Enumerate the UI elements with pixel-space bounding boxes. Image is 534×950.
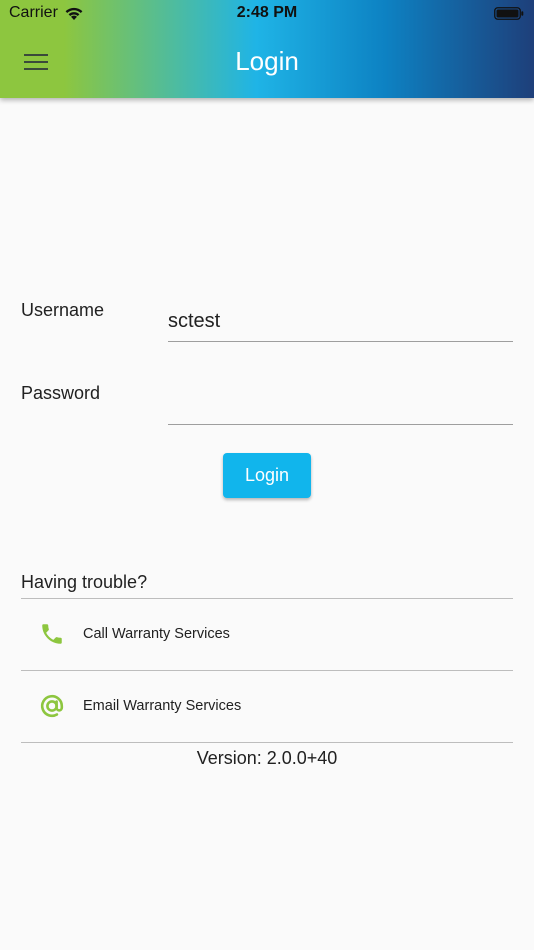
password-label: Password xyxy=(21,383,101,403)
at-sign-icon xyxy=(37,691,67,721)
username-label: Username xyxy=(21,300,105,320)
status-time: 2:48 PM xyxy=(236,4,298,21)
password-field[interactable] xyxy=(168,385,513,425)
help-heading: Having trouble? xyxy=(21,572,148,592)
username-field[interactable] xyxy=(168,302,513,342)
phone-icon xyxy=(37,619,67,649)
battery-icon xyxy=(494,7,524,20)
divider xyxy=(21,742,513,743)
version-label: Version: 2.0.0+40 xyxy=(196,748,338,768)
email-warranty-services-label: Email Warranty Services xyxy=(83,698,242,714)
app-bar: Carrier 2:48 PM Login xyxy=(0,0,534,98)
call-warranty-services-item[interactable]: Call Warranty Services xyxy=(21,599,513,669)
email-warranty-services-item[interactable]: Email Warranty Services xyxy=(21,671,513,741)
call-warranty-services-label: Call Warranty Services xyxy=(83,626,230,642)
status-bar: Carrier 2:48 PM xyxy=(0,0,534,28)
login-button[interactable]: Login xyxy=(223,453,311,498)
page-title: Login xyxy=(235,46,299,76)
